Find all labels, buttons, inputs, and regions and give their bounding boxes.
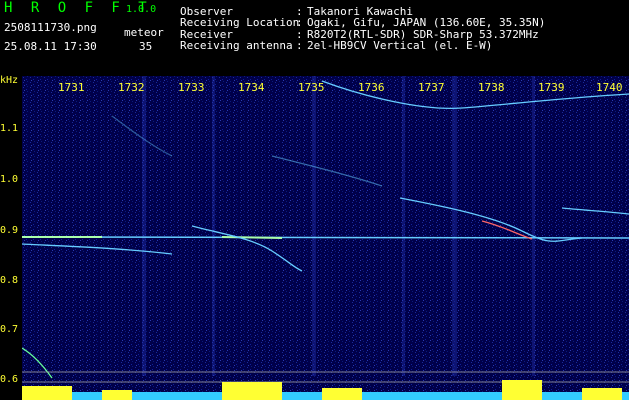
info-label-antenna: Receiving antenna <box>180 39 293 52</box>
y-tick-label: 0.6 <box>0 374 19 385</box>
y-tick-label: 0.9 <box>0 225 19 236</box>
info-colon: : <box>296 39 303 52</box>
app-version: 1.0.0 <box>126 4 157 15</box>
x-tick-label: 1736 <box>358 81 385 94</box>
date-time: 25.08.11 17:30 <box>4 40 97 53</box>
x-tick-label: 1737 <box>418 81 445 94</box>
x-tick-label: 1731 <box>58 81 85 94</box>
meteor-count: 35 <box>139 40 153 53</box>
x-tick-label: 1739 <box>538 81 565 94</box>
x-tick-label: 1734 <box>238 81 265 94</box>
x-tick-label: 1738 <box>478 81 505 94</box>
meteor-label: meteor <box>124 26 164 39</box>
x-tick-label: 1740 <box>596 81 623 94</box>
spectrogram-plot <box>22 76 629 400</box>
info-value-antenna: 2el-HB9CV Vertical (el. E-W) <box>307 39 493 52</box>
x-tick-label: 1735 <box>298 81 325 94</box>
y-tick-label: 1.0 <box>0 174 19 185</box>
x-tick-label: 1733 <box>178 81 205 94</box>
x-tick-label: 1732 <box>118 81 145 94</box>
y-tick-label: 1.1 <box>0 123 19 134</box>
header-panel: H R O F F T 1.0.0 2508111730.png meteor … <box>0 0 629 76</box>
file-name: 2508111730.png <box>4 21 97 34</box>
y-tick-label: 0.8 <box>0 275 19 286</box>
y-tick-label: 0.7 <box>0 324 19 335</box>
y-axis-unit: kHz <box>0 75 19 86</box>
